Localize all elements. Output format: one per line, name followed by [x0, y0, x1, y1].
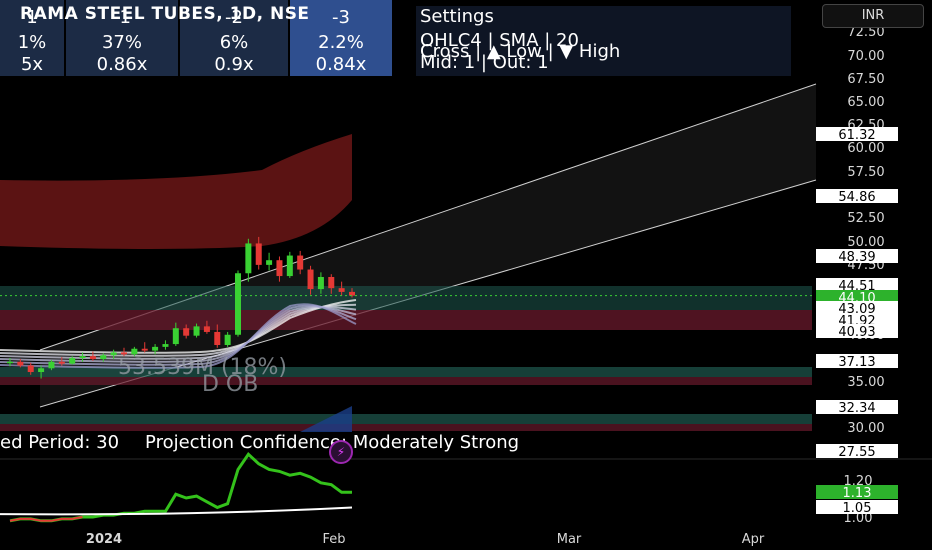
status-line: ed Period: 30 Projection Confidence: Mode… [0, 432, 519, 453]
candle-body [276, 260, 283, 277]
candle-body [307, 269, 314, 290]
price-axis: 72.5070.0067.5065.0062.5060.0057.5052.50… [816, 25, 898, 526]
settings-heading: Settings [420, 6, 494, 27]
stats-cell: 0.84x [315, 54, 367, 75]
candle-body [89, 356, 96, 359]
candle-body [317, 276, 324, 290]
order-block-label: D OB [202, 372, 259, 397]
stats-cell: 0.9x [214, 54, 254, 75]
stats-cell: 0.86x [96, 54, 148, 75]
candle-body [297, 255, 304, 270]
zone-red-upper [0, 310, 812, 330]
candle-body [235, 273, 241, 335]
settings-line-3: Mid: 1 | Out: 1 [420, 52, 549, 73]
price-label-text: 37.13 [838, 355, 875, 370]
status-period: ed Period: 30 [0, 432, 120, 453]
price-label-text: 32.34 [838, 401, 875, 416]
candle-body [100, 355, 107, 359]
candle-body [203, 326, 210, 332]
price-tick-label: 52.50 [847, 211, 884, 226]
candle-body [245, 243, 252, 274]
price-label-text: 27.55 [838, 445, 875, 460]
price-tick-label: 30.00 [847, 421, 884, 436]
candle-body [7, 361, 13, 364]
candle-body [214, 331, 221, 346]
candle-body [131, 348, 138, 355]
candle-body [349, 291, 355, 296]
candle-body [286, 255, 293, 277]
zone-teal-upper [0, 286, 812, 310]
candle-body [48, 361, 55, 369]
time-axis: 2024 Feb Mar Apr [86, 532, 765, 547]
candle-body [69, 358, 76, 364]
price-label-text: 48.39 [838, 250, 875, 265]
price-label-text: 40.93 [838, 325, 875, 340]
candle-body [17, 361, 24, 366]
lightning-icon[interactable]: ⚡ [329, 440, 353, 464]
time-tick-label: Apr [742, 532, 765, 547]
candle-body [224, 334, 231, 346]
price-tick-label: 35.00 [847, 375, 884, 390]
candle-body [152, 346, 159, 351]
price-chart[interactable]: 72.5070.0067.5065.0062.5060.0057.5052.50… [0, 0, 932, 550]
time-tick-label: Mar [557, 532, 582, 547]
chart-window: 72.50 70.00 67.50 65.00 62.50 60.00 57.50 52.50… [0, 0, 932, 550]
price-label-text: 54.86 [838, 190, 875, 205]
zone-red-bottom [0, 424, 812, 431]
candle-body [38, 368, 45, 373]
candle-body [338, 288, 345, 292]
price-label-text: 61.32 [838, 128, 875, 143]
candle-body [141, 348, 148, 351]
osc-label-text: 1.13 [843, 486, 872, 501]
osc-label-text: 1.05 [843, 501, 872, 516]
candle-body [266, 260, 273, 265]
price-tick-label: 57.50 [847, 165, 884, 180]
candle-body [27, 365, 34, 373]
time-tick-label: Feb [322, 532, 345, 547]
candle-body [255, 243, 262, 265]
candle-body [172, 328, 179, 345]
price-tick-label: 67.50 [847, 72, 884, 87]
candle-body [58, 361, 65, 364]
price-tick-label: 50.00 [847, 235, 884, 250]
oscillator-pane [0, 452, 932, 523]
stats-cell: 37% [101, 32, 142, 53]
stats-cell: 2.2% [318, 32, 364, 53]
upper-band [0, 134, 352, 249]
candle-body [79, 356, 86, 359]
stats-cell: 6% [219, 32, 249, 53]
candle-body [328, 276, 335, 289]
currency-badge[interactable]: INR [822, 4, 924, 28]
zone-teal-bottom [0, 414, 812, 424]
price-tick-label: 70.00 [847, 49, 884, 64]
candle-body [162, 344, 169, 347]
candle-body [110, 352, 117, 356]
price-tick-label: 60.00 [847, 141, 884, 156]
candle-body [183, 328, 190, 336]
candle-body [193, 326, 200, 336]
price-tick-label: 65.00 [847, 95, 884, 110]
chart-title: RAMA STEEL TUBES, 1D, NSE [20, 4, 310, 24]
oscillator-signal-line [0, 506, 353, 516]
stats-cell: 5x [20, 54, 44, 75]
time-tick-label: 2024 [86, 532, 122, 547]
settings-panel: Settings OHLC4 | SMA | 20 Cross | ▲ Low … [416, 6, 791, 76]
stats-cell: 1% [17, 32, 47, 53]
